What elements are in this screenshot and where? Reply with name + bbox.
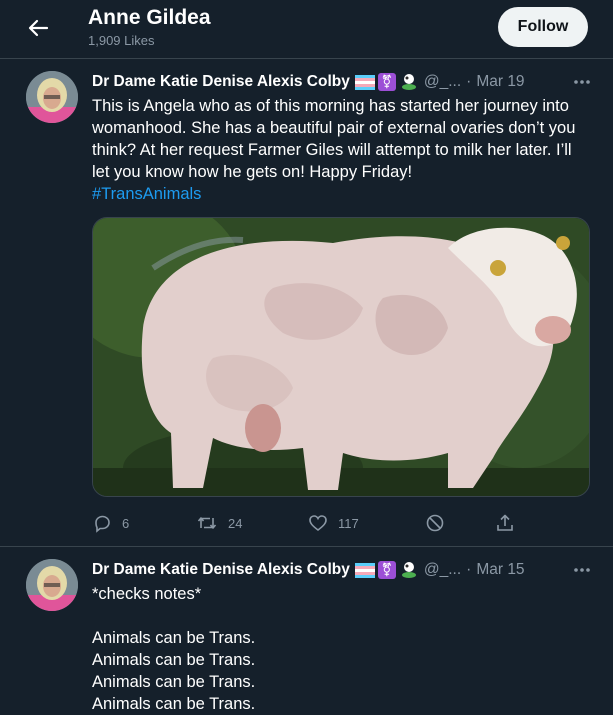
retweet-button[interactable]: 24	[196, 511, 242, 535]
tweet-actions: 6 24 117	[92, 511, 522, 535]
more-button[interactable]	[567, 559, 597, 581]
tweet-line: Animals can be Trans.	[92, 629, 256, 647]
author-name[interactable]: Dr Dame Katie Denise Alexis Colby	[92, 561, 350, 579]
trans-symbol-icon: ⚧	[377, 73, 396, 91]
author-handle[interactable]: @_...	[424, 561, 461, 579]
more-button[interactable]	[567, 71, 597, 93]
cow-emoji-icon	[401, 562, 416, 578]
tweet-meta: Dr Dame Katie Denise Alexis Colby ⚧ @_..…	[92, 71, 597, 93]
follow-button[interactable]: Follow	[498, 7, 588, 47]
author-name[interactable]: Dr Dame Katie Denise Alexis Colby	[92, 73, 350, 91]
tweet[interactable]: Dr Dame Katie Denise Alexis Colby ⚧ @_..…	[0, 547, 613, 713]
reply-button[interactable]: 6	[92, 511, 129, 535]
share-button[interactable]	[495, 511, 515, 535]
avatar[interactable]	[26, 559, 78, 611]
back-arrow-icon	[28, 19, 49, 37]
tweet-line: Animals can be Trans.	[92, 651, 256, 669]
avatar[interactable]	[26, 71, 78, 123]
reply-count: 6	[122, 515, 130, 531]
trans-flag-icon	[354, 74, 375, 90]
separator-dot: ·	[466, 73, 472, 90]
cow-emoji-icon	[401, 74, 416, 90]
tweet-meta: Dr Dame Katie Denise Alexis Colby ⚧ @_..…	[92, 559, 597, 581]
tweet-line: Animals can be Trans.	[92, 695, 256, 713]
more-icon	[574, 568, 590, 572]
block-button[interactable]	[425, 511, 445, 535]
trans-flag-icon	[354, 562, 375, 578]
likes-count: 1,909 Likes	[88, 33, 155, 48]
separator-dot: ·	[466, 561, 472, 578]
tweet-date[interactable]: Mar 19	[476, 73, 524, 91]
like-icon	[309, 515, 327, 532]
more-icon	[574, 80, 590, 84]
block-icon	[426, 514, 444, 532]
retweet-count: 24	[228, 515, 243, 531]
tweet-line: *checks notes*	[92, 585, 202, 603]
profile-header: Anne Gildea 1,909 Likes Follow	[0, 0, 613, 59]
tweet-line	[92, 605, 592, 627]
tweet-body: This is Angela who as of this morning ha…	[92, 97, 576, 181]
share-icon	[497, 514, 513, 531]
back-button[interactable]	[22, 14, 54, 42]
reply-icon	[95, 515, 110, 533]
tweet-line: Animals can be Trans.	[92, 673, 256, 691]
author-handle[interactable]: @_...	[424, 73, 461, 91]
page-title: Anne Gildea	[88, 6, 211, 29]
tweet-date[interactable]: Mar 15	[476, 561, 524, 579]
tweet[interactable]: Dr Dame Katie Denise Alexis Colby ⚧ @_..…	[0, 59, 613, 547]
trans-symbol-icon: ⚧	[377, 561, 396, 579]
hashtag-link[interactable]: #TransAnimals	[92, 183, 592, 205]
retweet-icon	[197, 517, 217, 529]
like-button[interactable]: 117	[308, 511, 359, 535]
like-count: 117	[338, 515, 359, 531]
tweet-text: *checks notes* Animals can be Trans. Ani…	[92, 583, 592, 715]
tweet-image[interactable]	[92, 217, 590, 497]
tweet-text: This is Angela who as of this morning ha…	[92, 95, 592, 205]
